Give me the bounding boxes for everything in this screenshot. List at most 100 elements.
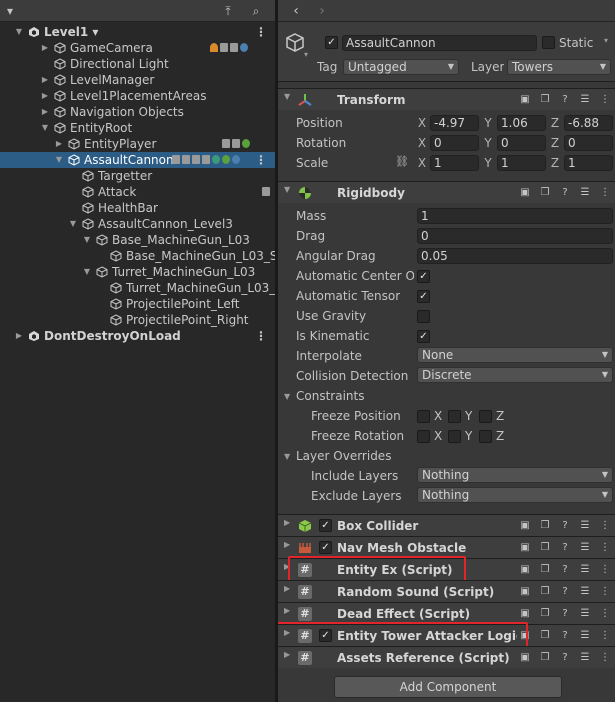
- expand-arrow-right-icon[interactable]: ▶: [284, 518, 290, 527]
- kebab-menu-icon[interactable]: ⋮: [255, 328, 267, 344]
- is-kinematic-checkbox[interactable]: ✓: [417, 330, 430, 343]
- position-x-field[interactable]: -4.97: [430, 115, 479, 131]
- transform-header[interactable]: ▼ Transform ▣ ❐? ☰ ⋮: [278, 88, 615, 110]
- angular-drag-field[interactable]: 0.05: [417, 248, 613, 264]
- hierarchy-row[interactable]: ▶ Navigation Objects: [0, 104, 275, 120]
- collapse-arrow-icon[interactable]: ▼: [284, 185, 290, 194]
- search-icon[interactable]: ⌕: [248, 3, 264, 19]
- scene-row[interactable]: ▶ DontDestroyOnLoad ⋮: [0, 328, 275, 344]
- help-icon[interactable]: ?: [559, 630, 571, 642]
- expand-arrow-right-icon[interactable]: ▶: [284, 606, 290, 615]
- preset-icon[interactable]: ▣: [519, 187, 531, 199]
- kebab-menu-icon[interactable]: ⋮: [599, 520, 611, 532]
- preset-icon[interactable]: ▣: [519, 608, 531, 620]
- x-axis-label[interactable]: X: [417, 155, 427, 171]
- expand-arrow-right-icon[interactable]: ▶: [14, 328, 24, 344]
- z-axis-label[interactable]: Z: [550, 155, 560, 171]
- copy-icon[interactable]: ❐: [539, 94, 551, 106]
- settings-sliders-icon[interactable]: ☰: [579, 520, 591, 532]
- hierarchy-row[interactable]: Turret_MachineGun_L03_Sha: [0, 280, 275, 296]
- scale-x-field[interactable]: 1: [430, 155, 479, 171]
- scene-row[interactable]: ▼ Level1 ▾ ⋮: [0, 24, 275, 40]
- kebab-menu-icon[interactable]: ⋮: [255, 152, 267, 168]
- expand-arrow-right-icon[interactable]: ▶: [40, 104, 50, 120]
- hierarchy-row[interactable]: HealthBar: [0, 200, 275, 216]
- help-icon[interactable]: ?: [559, 542, 571, 554]
- z-axis-label[interactable]: Z: [550, 135, 560, 151]
- help-icon[interactable]: ?: [559, 608, 571, 620]
- mass-field[interactable]: 1: [417, 208, 613, 224]
- freeze-pos-z-checkbox[interactable]: [479, 410, 492, 423]
- expand-arrow-down-icon[interactable]: ▼: [82, 232, 92, 248]
- help-icon[interactable]: ?: [559, 564, 571, 576]
- layer-overrides-arrow-icon[interactable]: ▼: [284, 452, 290, 461]
- component-header[interactable]: ▶ # Random Sound (Script) ▣ ❐? ☰ ⋮: [278, 580, 615, 602]
- x-axis-label[interactable]: X: [417, 115, 427, 131]
- component-enabled-checkbox[interactable]: ✓: [319, 519, 332, 532]
- expand-arrow-down-icon[interactable]: ▼: [54, 152, 64, 168]
- help-icon[interactable]: ?: [559, 520, 571, 532]
- kebab-menu-icon[interactable]: ⋮: [599, 586, 611, 598]
- hierarchy-row[interactable]: ProjectilePoint_Right: [0, 312, 275, 328]
- hierarchy-row[interactable]: ▼ Turret_MachineGun_L03: [0, 264, 275, 280]
- chevron-down-icon[interactable]: ▾: [2, 3, 18, 19]
- position-z-field[interactable]: -6.88: [564, 115, 613, 131]
- hierarchy-row[interactable]: ▶ GameCamera: [0, 40, 275, 56]
- freeze-rot-y-checkbox[interactable]: [448, 430, 461, 443]
- y-axis-label[interactable]: Y: [483, 155, 493, 171]
- kebab-menu-icon[interactable]: ⋮: [599, 187, 611, 199]
- static-dropdown-icon[interactable]: ▾: [604, 36, 608, 45]
- settings-sliders-icon[interactable]: ☰: [579, 630, 591, 642]
- component-header[interactable]: ▶ # Assets Reference (Script) ▣ ❐? ☰ ⋮: [278, 646, 615, 668]
- settings-sliders-icon[interactable]: ☰: [579, 608, 591, 620]
- hierarchy-row[interactable]: Base_MachineGun_L03_Sha: [0, 248, 275, 264]
- kebab-menu-icon[interactable]: ⋮: [599, 564, 611, 576]
- hierarchy-row[interactable]: ▼ EntityRoot: [0, 120, 275, 136]
- expand-arrow-right-icon[interactable]: ▶: [40, 88, 50, 104]
- copy-icon[interactable]: ❐: [539, 564, 551, 576]
- expand-arrow-down-icon[interactable]: ▼: [82, 264, 92, 280]
- freeze-pos-x-checkbox[interactable]: [417, 410, 430, 423]
- x-axis-label[interactable]: X: [417, 135, 427, 151]
- hierarchy-row[interactable]: ▼ AssaultCannon_Level3: [0, 216, 275, 232]
- help-icon[interactable]: ?: [559, 187, 571, 199]
- expand-arrow-down-icon[interactable]: ▼: [40, 120, 50, 136]
- settings-sliders-icon[interactable]: ☰: [579, 564, 591, 576]
- hierarchy-row[interactable]: Targetter: [0, 168, 275, 184]
- settings-sliders-icon[interactable]: ☰: [579, 542, 591, 554]
- object-name-field[interactable]: AssaultCannon: [342, 35, 537, 51]
- y-axis-label[interactable]: Y: [483, 135, 493, 151]
- auto-tensor-checkbox[interactable]: ✓: [417, 290, 430, 303]
- settings-sliders-icon[interactable]: ☰: [579, 94, 591, 106]
- gameobject-cube-icon[interactable]: [284, 32, 306, 54]
- freeze-rot-x-checkbox[interactable]: [417, 430, 430, 443]
- preset-icon[interactable]: ▣: [519, 520, 531, 532]
- chevron-right-icon[interactable]: ›: [314, 3, 330, 19]
- kebab-menu-icon[interactable]: ⋮: [599, 542, 611, 554]
- arrow-up-icon[interactable]: ⤒: [220, 3, 236, 19]
- preset-icon[interactable]: ▣: [519, 542, 531, 554]
- settings-sliders-icon[interactable]: ☰: [579, 586, 591, 598]
- hierarchy-row[interactable]: ▶ EntityPlayer: [0, 136, 275, 152]
- kebab-menu-icon[interactable]: ⋮: [599, 94, 611, 106]
- freeze-pos-y-checkbox[interactable]: [448, 410, 461, 423]
- copy-icon[interactable]: ❐: [539, 187, 551, 199]
- rotation-z-field[interactable]: 0: [564, 135, 613, 151]
- rotation-y-field[interactable]: 0: [497, 135, 546, 151]
- y-axis-label[interactable]: Y: [483, 115, 493, 131]
- scale-z-field[interactable]: 1: [564, 155, 613, 171]
- tag-dropdown[interactable]: Untagged ▼: [343, 59, 459, 75]
- help-icon[interactable]: ?: [559, 652, 571, 664]
- constraints-label[interactable]: Constraints: [296, 388, 364, 404]
- freeze-rot-z-checkbox[interactable]: [479, 430, 492, 443]
- layer-dropdown[interactable]: Towers ▼: [507, 59, 611, 75]
- copy-icon[interactable]: ❐: [539, 586, 551, 598]
- constraints-arrow-icon[interactable]: ▼: [284, 392, 290, 401]
- include-layers-dropdown[interactable]: Nothing ▼: [417, 467, 613, 483]
- link-icon[interactable]: ⛓: [395, 155, 409, 168]
- component-header[interactable]: ▶ ✓ Box Collider ▣ ❐? ☰ ⋮: [278, 514, 615, 536]
- hierarchy-row[interactable]: ▶ LevelManager: [0, 72, 275, 88]
- use-gravity-checkbox[interactable]: [417, 310, 430, 323]
- hierarchy-row[interactable]: Directional Light: [0, 56, 275, 72]
- hierarchy-row[interactable]: Attack: [0, 184, 275, 200]
